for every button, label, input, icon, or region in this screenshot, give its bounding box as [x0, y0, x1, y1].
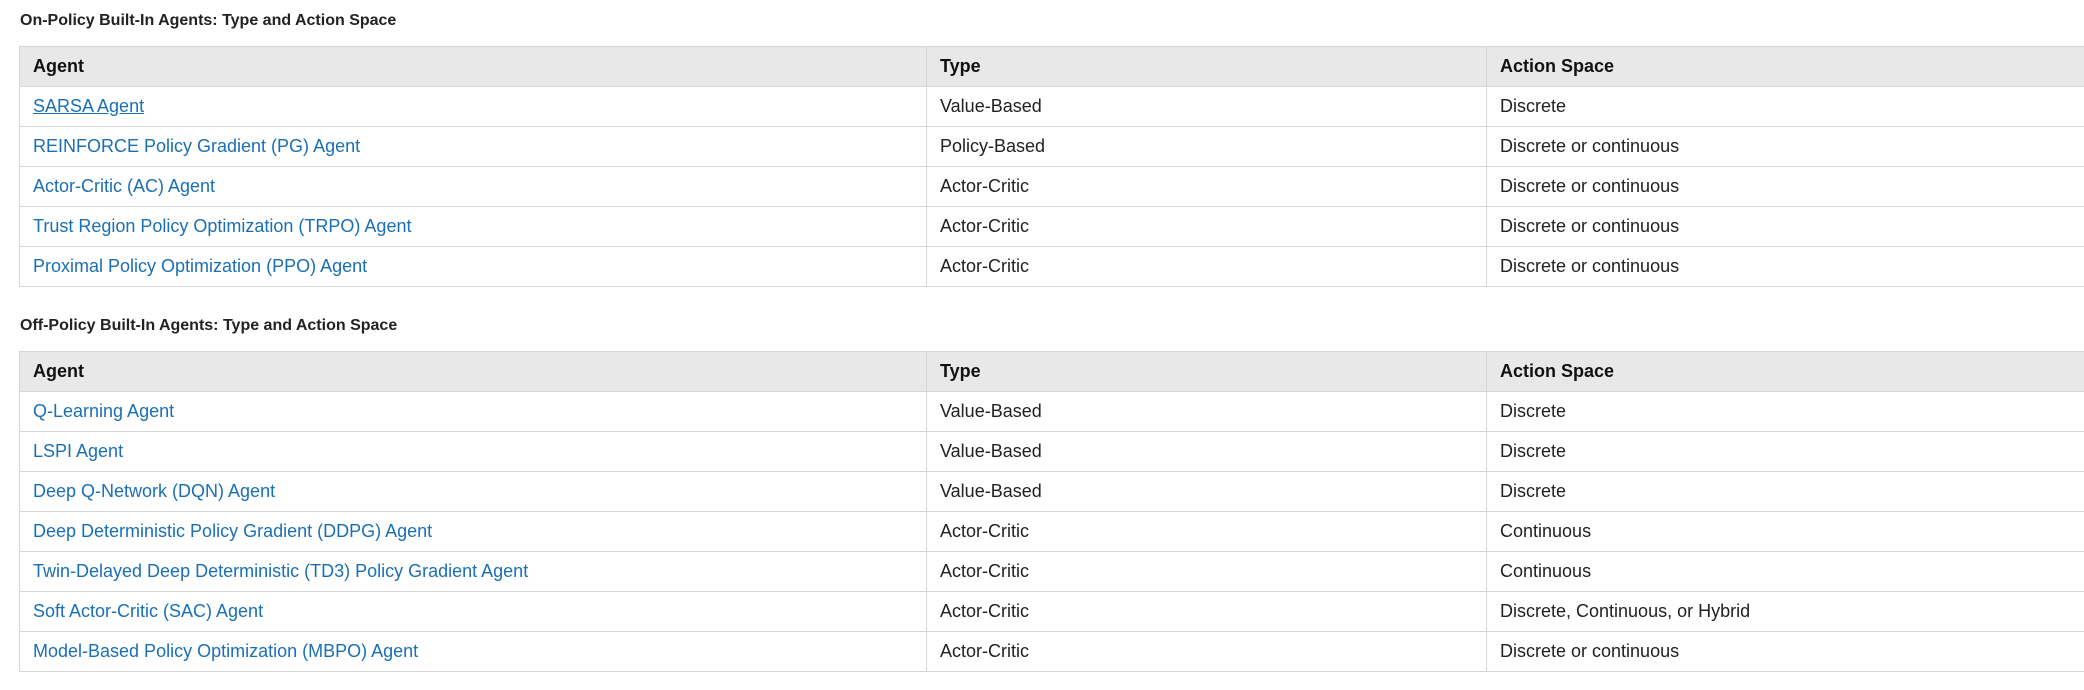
table-row: Trust Region Policy Optimization (TRPO) …	[19, 206, 2084, 247]
agent-cell: Deep Deterministic Policy Gradient (DDPG…	[19, 511, 927, 552]
action-space-cell: Discrete or continuous	[1486, 166, 2084, 207]
table-header-row: Agent Type Action Space	[19, 351, 2084, 392]
type-cell: Actor-Critic	[926, 631, 1487, 672]
column-header-agent: Agent	[19, 351, 927, 392]
agent-cell: Trust Region Policy Optimization (TRPO) …	[19, 206, 927, 247]
type-cell: Actor-Critic	[926, 591, 1487, 632]
on-policy-table-caption: On-Policy Built-In Agents: Type and Acti…	[20, 12, 397, 29]
action-space-cell: Continuous	[1486, 551, 2084, 592]
action-space-cell: Discrete or continuous	[1486, 206, 2084, 247]
type-cell: Value-Based	[926, 86, 1487, 127]
table-row: Soft Actor-Critic (SAC) Agent Actor-Crit…	[19, 591, 2084, 632]
type-cell: Actor-Critic	[926, 551, 1487, 592]
agent-link-trpo[interactable]: Trust Region Policy Optimization (TRPO) …	[33, 216, 411, 236]
agent-cell: Q-Learning Agent	[19, 391, 927, 432]
type-cell: Policy-Based	[926, 126, 1487, 167]
agent-link-sarsa[interactable]: SARSA Agent	[33, 96, 144, 116]
type-cell: Actor-Critic	[926, 511, 1487, 552]
table-row: Actor-Critic (AC) Agent Actor-Critic Dis…	[19, 166, 2084, 207]
agent-link-sac[interactable]: Soft Actor-Critic (SAC) Agent	[33, 601, 263, 621]
agent-cell: Model-Based Policy Optimization (MBPO) A…	[19, 631, 927, 672]
on-policy-agents-table: Agent Type Action Space SARSA Agent Valu…	[19, 46, 2084, 287]
agent-link-ppo[interactable]: Proximal Policy Optimization (PPO) Agent	[33, 256, 367, 276]
type-cell: Value-Based	[926, 391, 1487, 432]
agent-cell: Proximal Policy Optimization (PPO) Agent	[19, 246, 927, 287]
table-row: Model-Based Policy Optimization (MBPO) A…	[19, 631, 2084, 672]
agent-link-mbpo[interactable]: Model-Based Policy Optimization (MBPO) A…	[33, 641, 418, 661]
action-space-cell: Discrete	[1486, 431, 2084, 472]
action-space-cell: Continuous	[1486, 511, 2084, 552]
agent-link-ac[interactable]: Actor-Critic (AC) Agent	[33, 176, 215, 196]
table-row: Deep Deterministic Policy Gradient (DDPG…	[19, 511, 2084, 552]
action-space-cell: Discrete	[1486, 86, 2084, 127]
action-space-cell: Discrete	[1486, 391, 2084, 432]
column-header-type: Type	[926, 351, 1487, 392]
type-cell: Actor-Critic	[926, 166, 1487, 207]
agent-cell: REINFORCE Policy Gradient (PG) Agent	[19, 126, 927, 167]
table-row: Q-Learning Agent Value-Based Discrete	[19, 391, 2084, 432]
agent-link-pg[interactable]: REINFORCE Policy Gradient (PG) Agent	[33, 136, 360, 156]
agent-cell: Soft Actor-Critic (SAC) Agent	[19, 591, 927, 632]
type-cell: Actor-Critic	[926, 206, 1487, 247]
agent-link-dqn[interactable]: Deep Q-Network (DQN) Agent	[33, 481, 275, 501]
agent-cell: Twin-Delayed Deep Deterministic (TD3) Po…	[19, 551, 927, 592]
table-row: Twin-Delayed Deep Deterministic (TD3) Po…	[19, 551, 2084, 592]
off-policy-agents-table: Agent Type Action Space Q-Learning Agent…	[19, 351, 2084, 672]
type-cell: Actor-Critic	[926, 246, 1487, 287]
column-header-action-space: Action Space	[1486, 351, 2084, 392]
agent-link-lspi[interactable]: LSPI Agent	[33, 441, 123, 461]
table-row: Proximal Policy Optimization (PPO) Agent…	[19, 246, 2084, 287]
agent-link-td3[interactable]: Twin-Delayed Deep Deterministic (TD3) Po…	[33, 561, 528, 581]
action-space-cell: Discrete or continuous	[1486, 246, 2084, 287]
agent-cell: SARSA Agent	[19, 86, 927, 127]
column-header-action-space: Action Space	[1486, 46, 2084, 87]
action-space-cell: Discrete, Continuous, or Hybrid	[1486, 591, 2084, 632]
action-space-cell: Discrete	[1486, 471, 2084, 512]
table-row: SARSA Agent Value-Based Discrete	[19, 86, 2084, 127]
agent-cell: Actor-Critic (AC) Agent	[19, 166, 927, 207]
action-space-cell: Discrete or continuous	[1486, 126, 2084, 167]
table-row: REINFORCE Policy Gradient (PG) Agent Pol…	[19, 126, 2084, 167]
table-row: LSPI Agent Value-Based Discrete	[19, 431, 2084, 472]
type-cell: Value-Based	[926, 431, 1487, 472]
table-header-row: Agent Type Action Space	[19, 46, 2084, 87]
action-space-cell: Discrete or continuous	[1486, 631, 2084, 672]
agent-link-q-learning[interactable]: Q-Learning Agent	[33, 401, 174, 421]
column-header-agent: Agent	[19, 46, 927, 87]
off-policy-table-caption: Off-Policy Built-In Agents: Type and Act…	[20, 317, 398, 334]
column-header-type: Type	[926, 46, 1487, 87]
type-cell: Value-Based	[926, 471, 1487, 512]
agent-cell: Deep Q-Network (DQN) Agent	[19, 471, 927, 512]
agent-cell: LSPI Agent	[19, 431, 927, 472]
table-row: Deep Q-Network (DQN) Agent Value-Based D…	[19, 471, 2084, 512]
agent-link-ddpg[interactable]: Deep Deterministic Policy Gradient (DDPG…	[33, 521, 432, 541]
